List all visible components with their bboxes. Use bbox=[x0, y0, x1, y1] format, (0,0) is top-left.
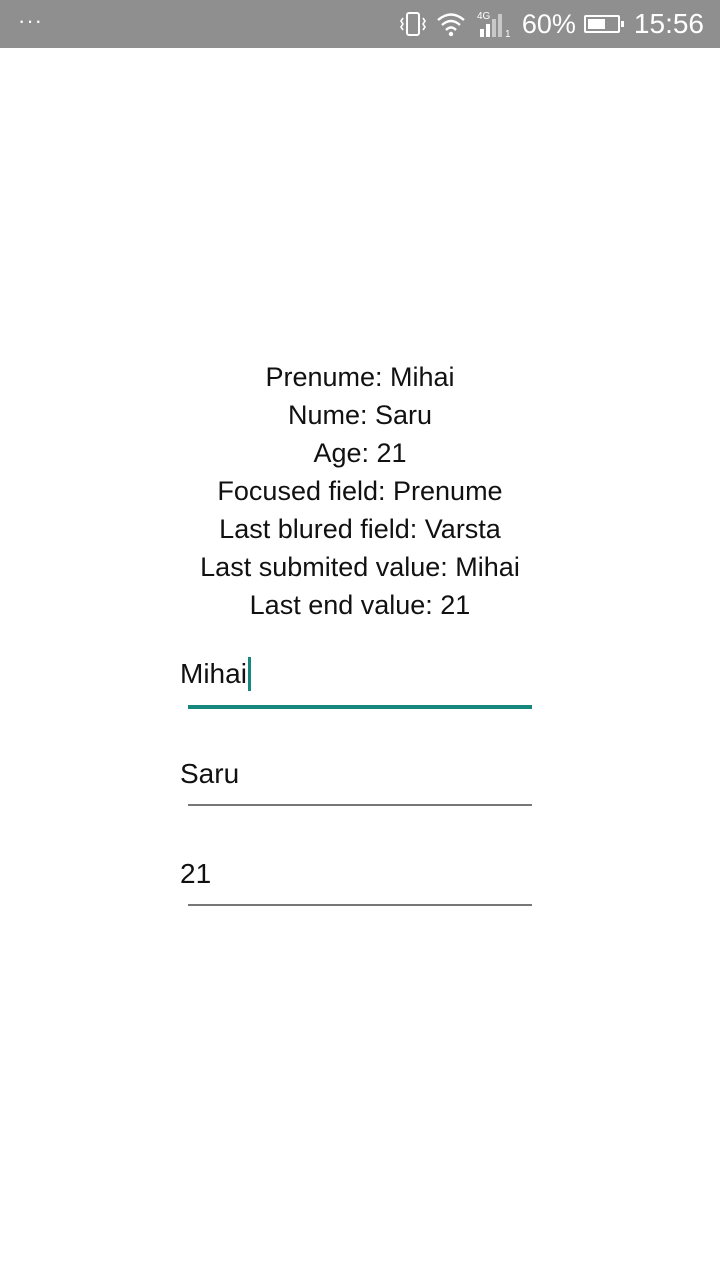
battery-percent: 60% bbox=[521, 9, 576, 39]
status-icons: 4G 1 60% 15:56 bbox=[398, 0, 704, 48]
focused-field-text: Focused field: Prenume bbox=[217, 476, 503, 506]
age-text: Age: 21 bbox=[313, 438, 407, 468]
status-bar: ··· 4G 1 60% 15:56 bbox=[0, 0, 720, 48]
network-type-label: 4G bbox=[477, 11, 491, 22]
nume-text: Nume: Saru bbox=[287, 400, 433, 430]
vibrate-icon bbox=[399, 12, 426, 36]
nume-input-underline bbox=[188, 804, 532, 806]
battery-level bbox=[587, 19, 605, 29]
prenume-input[interactable]: Mihai bbox=[180, 656, 532, 710]
prenume-text: Prenume: Mihai bbox=[265, 362, 455, 392]
prenume-input-underline bbox=[188, 705, 532, 709]
last-submited-value-text: Last submited value: Mihai bbox=[200, 552, 520, 582]
nume-input-value: Saru bbox=[180, 758, 240, 789]
wifi-icon bbox=[437, 13, 465, 37]
last-end-value-text: Last end value: 21 bbox=[249, 590, 471, 620]
text-caret bbox=[247, 656, 251, 691]
battery-icon bbox=[583, 15, 624, 33]
nume-input[interactable]: Saru bbox=[180, 756, 532, 808]
age-input[interactable]: 21 bbox=[180, 856, 532, 908]
age-input-underline bbox=[188, 904, 532, 906]
clock: 15:56 bbox=[633, 8, 704, 39]
last-blured-field-text: Last blured field: Varsta bbox=[219, 514, 501, 544]
prenume-input-value: Mihai bbox=[180, 658, 247, 689]
state-summary: Prenume: Mihai Nume: Saru Age: 21 Focuse… bbox=[0, 358, 720, 624]
cell-signal-icon: 4G 1 bbox=[477, 11, 511, 39]
age-input-value: 21 bbox=[180, 858, 212, 889]
sim-slot-label: 1 bbox=[505, 29, 511, 39]
more-dots-icon: ··· bbox=[18, 8, 43, 33]
